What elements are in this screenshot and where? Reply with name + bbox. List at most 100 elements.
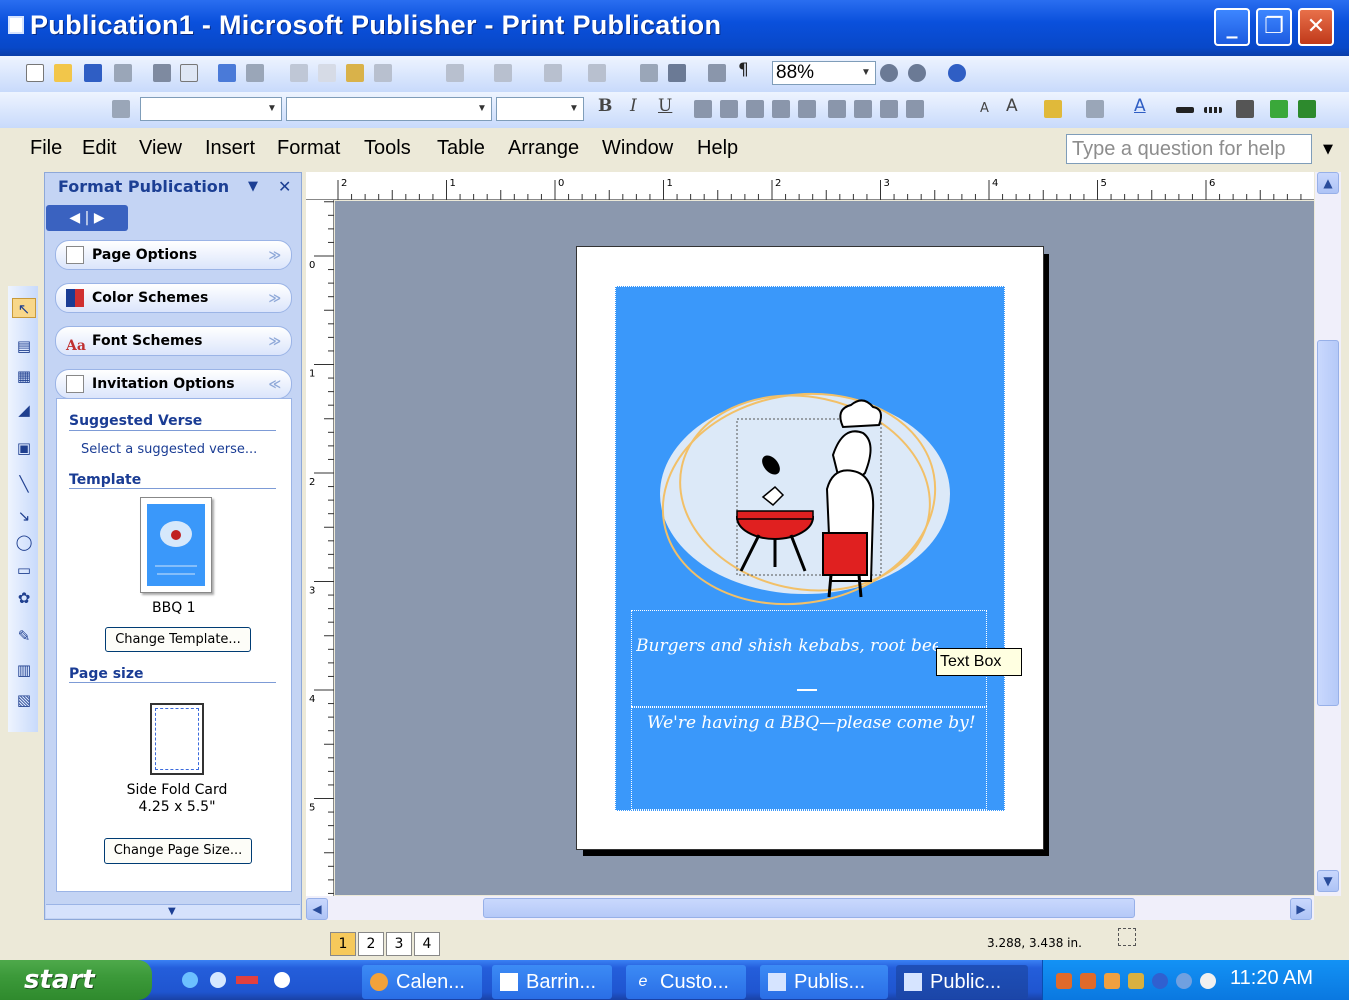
underline-button[interactable]: U — [658, 96, 672, 116]
start-button[interactable]: start — [0, 960, 152, 1000]
verse-text[interactable]: Burgers and shish kebabs, root beer and … — [636, 636, 938, 656]
tray-app-icon[interactable] — [1104, 973, 1120, 989]
close-button[interactable]: ✕ — [1298, 8, 1334, 46]
menu-view[interactable]: View — [139, 137, 182, 160]
horizontal-ruler[interactable]: 2 1 0 1 2 3 4 5 6 — [306, 172, 1314, 200]
save-icon[interactable] — [84, 64, 102, 82]
task-publisher-1[interactable]: Publis... — [760, 965, 888, 999]
shadow-style-icon[interactable] — [1270, 100, 1288, 118]
change-template-button[interactable]: Change Template... — [105, 627, 251, 652]
network-icon[interactable] — [1152, 973, 1168, 989]
bring-forward-icon[interactable] — [544, 64, 562, 82]
spelling-icon[interactable] — [218, 64, 236, 82]
line-style-icon[interactable] — [1176, 107, 1194, 113]
ie-quicklaunch-icon[interactable] — [182, 972, 198, 988]
autoshapes-icon[interactable]: ✿ — [14, 588, 34, 608]
font-color-icon[interactable]: A — [1134, 96, 1146, 116]
menu-edit[interactable]: Edit — [82, 137, 116, 160]
bbq-chef-illustration[interactable] — [655, 385, 965, 610]
bold-button[interactable]: B — [598, 96, 612, 116]
section-color-schemes[interactable]: Color Schemes ≫ — [55, 283, 292, 313]
zoom-select[interactable]: 88% ▼ — [772, 61, 876, 85]
suggested-verse-link[interactable]: Select a suggested verse... — [81, 442, 257, 457]
copy-icon[interactable] — [318, 64, 336, 82]
task-pane-scroll[interactable]: ▼ — [46, 904, 300, 918]
forward-icon[interactable]: ▶ — [94, 210, 105, 226]
menu-tools[interactable]: Tools — [364, 137, 411, 160]
table-icon[interactable]: ▦ — [14, 366, 34, 386]
section-font-schemes[interactable]: Aa Font Schemes ≫ — [55, 326, 292, 356]
menu-file[interactable]: File — [30, 137, 62, 160]
task-barrington[interactable]: Barrin... — [492, 965, 612, 999]
help-icon[interactable] — [948, 64, 966, 82]
research-icon[interactable] — [246, 64, 264, 82]
wordart-icon[interactable]: ◢ — [14, 400, 34, 420]
scroll-down-icon[interactable]: ▼ — [168, 906, 176, 917]
pilcrow-icon[interactable]: ¶ — [738, 60, 749, 80]
decrease-font-size-icon[interactable]: A — [980, 101, 989, 116]
tray-app-icon[interactable] — [1056, 973, 1072, 989]
message-text[interactable]: We're having a BBQ—please come by! — [647, 713, 976, 733]
justify-icon[interactable] — [772, 100, 790, 118]
decrease-indent-icon[interactable] — [880, 100, 898, 118]
zoom-to-fit-icon[interactable] — [668, 64, 686, 82]
zoom-in-icon[interactable] — [908, 64, 926, 82]
change-page-size-button[interactable]: Change Page Size... — [104, 838, 252, 864]
scroll-right-icon[interactable]: ▶ — [1290, 898, 1312, 920]
menu-arrange[interactable]: Arrange — [508, 137, 579, 160]
line-icon[interactable]: ╲ — [14, 474, 34, 494]
scroll-down-icon[interactable]: ▼ — [1317, 870, 1339, 892]
print-preview-icon[interactable] — [180, 64, 198, 82]
design-gallery-icon[interactable]: ▥ — [14, 660, 34, 680]
horizontal-scroll-thumb[interactable] — [483, 898, 1135, 918]
chevron-down-icon[interactable]: ▼ — [265, 101, 279, 117]
back-icon[interactable]: ◀ — [69, 210, 80, 226]
page-tab-1[interactable]: 1 — [330, 932, 356, 956]
scroll-up-icon[interactable]: ▲ — [1317, 172, 1339, 194]
restore-button[interactable]: ❐ — [1256, 8, 1292, 46]
text-box-icon[interactable]: ▤ — [14, 336, 34, 356]
menu-insert[interactable]: Insert — [205, 137, 255, 160]
page-size-thumbnail[interactable] — [150, 703, 204, 775]
undo-icon[interactable] — [446, 64, 464, 82]
task-pane-menu-icon[interactable]: ▼ — [248, 179, 258, 194]
increase-indent-icon[interactable] — [906, 100, 924, 118]
paste-icon[interactable] — [346, 64, 364, 82]
verse-text-box[interactable] — [631, 610, 987, 708]
publisher-app-icon[interactable] — [8, 16, 24, 34]
numbering-icon[interactable] — [828, 100, 846, 118]
picture-frame-icon[interactable]: ▣ — [14, 438, 34, 458]
dash-style-icon[interactable] — [1204, 107, 1222, 113]
cut-icon[interactable] — [290, 64, 308, 82]
menu-table[interactable]: Table — [437, 137, 485, 160]
style-select[interactable]: ▼ — [140, 97, 282, 121]
line-color-icon[interactable] — [1086, 100, 1104, 118]
align-right-icon[interactable] — [746, 100, 764, 118]
select-pointer-icon[interactable]: ↖ — [12, 298, 36, 318]
task-calendar[interactable]: Calen... — [362, 965, 482, 999]
arrow-style-icon[interactable] — [1236, 100, 1254, 118]
rotate-icon[interactable] — [588, 64, 606, 82]
task-custom[interactable]: e Custo... — [626, 965, 746, 999]
page-tab-3[interactable]: 3 — [386, 932, 412, 956]
new-icon[interactable] — [26, 64, 44, 82]
oval-icon[interactable]: ◯ — [14, 532, 34, 552]
increase-font-size-icon[interactable]: A — [1006, 96, 1018, 116]
key-quicklaunch-icon[interactable] — [236, 976, 258, 984]
redo-icon[interactable] — [494, 64, 512, 82]
bullets-icon[interactable] — [854, 100, 872, 118]
chevron-down-icon[interactable]: ▼ — [859, 65, 873, 81]
page-tab-2[interactable]: 2 — [358, 932, 384, 956]
special-characters-icon[interactable] — [640, 64, 658, 82]
arrow-icon[interactable]: ↘ — [14, 506, 34, 526]
menu-help[interactable]: Help — [697, 137, 738, 160]
scroll-left-icon[interactable]: ◀ — [306, 898, 328, 920]
line-spacing-icon[interactable] — [798, 100, 816, 118]
fill-color-icon[interactable] — [1044, 100, 1062, 118]
task-publisher-active[interactable]: Public... — [896, 965, 1028, 999]
italic-button[interactable]: I — [630, 96, 637, 116]
tray-app-icon[interactable] — [1128, 973, 1144, 989]
expand-icon[interactable]: ≫ — [268, 327, 281, 355]
template-thumbnail[interactable] — [140, 497, 212, 593]
section-invitation-options[interactable]: Invitation Options ≪ — [55, 369, 292, 399]
